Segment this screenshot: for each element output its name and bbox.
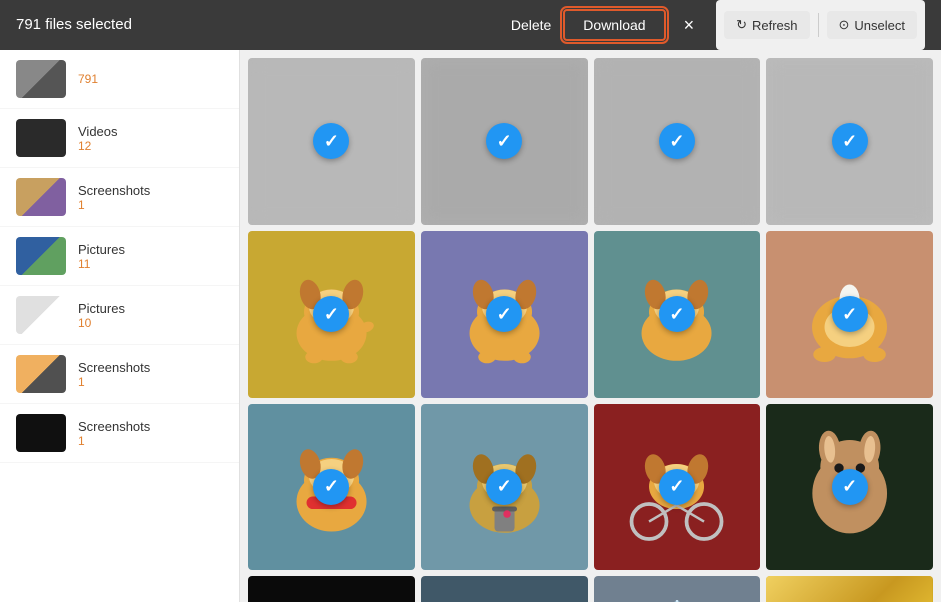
check-overlay: ✓ [313, 469, 349, 505]
check-overlay: ✓ [659, 469, 695, 505]
sidebar-title-videos: Videos [78, 124, 223, 139]
sidebar-thumb-screenshots1 [16, 178, 66, 216]
sidebar-title-pictures10: Pictures [78, 301, 223, 316]
sidebar-info-pictures10: Pictures 10 [78, 301, 223, 330]
refresh-label: Refresh [752, 18, 798, 33]
sidebar-thumb-pictures11 [16, 237, 66, 275]
sidebar-title-screenshots3: Screenshots [78, 419, 223, 434]
gold-illustration: 100% FINE GOLD [766, 576, 933, 602]
sidebar-thumb-screenshots3 [16, 414, 66, 452]
toolbar: 791 files selected Delete Download × ↻ R… [0, 0, 941, 50]
sidebar-thumb-all [16, 60, 66, 98]
sidebar-count-pictures10: 10 [78, 316, 223, 330]
check-overlay: ✓ [832, 296, 868, 332]
sidebar-item-screenshots2[interactable]: Screenshots 1 [0, 345, 239, 404]
grid-item-corgi-salmon[interactable]: ✓ [766, 231, 933, 398]
check-overlay: ✓ [832, 123, 868, 159]
sidebar-info-screenshots2: Screenshots 1 [78, 360, 223, 389]
grid-item-corgi-gray[interactable]: ✓ [421, 404, 588, 571]
grid-item-corgi-crimson[interactable]: ✓ [594, 404, 761, 571]
sidebar-count-screenshots3: 1 [78, 434, 223, 448]
grid-item-real-dog-dark[interactable]: ✓ [766, 404, 933, 571]
check-overlay: ✓ [313, 123, 349, 159]
sidebar-item-all[interactable]: 791 [0, 50, 239, 109]
sidebar-item-videos[interactable]: Videos 12 [0, 109, 239, 168]
sidebar-thumb-pictures10 [16, 296, 66, 334]
separator [818, 13, 819, 37]
close-button[interactable]: × [678, 11, 701, 40]
fists-illustration [256, 585, 406, 602]
main-area: 791 Videos 12 Screenshots 1 Pictures 11 [0, 50, 941, 602]
sidebar-info-screenshots3: Screenshots 1 [78, 419, 223, 448]
sidebar-info-screenshots1: Screenshots 1 [78, 183, 223, 212]
unselect-label: Unselect [854, 18, 905, 33]
sidebar-count-videos: 12 [78, 139, 223, 153]
feather-illustration [602, 585, 752, 602]
grid-item[interactable]: ✓ [594, 58, 761, 225]
toolbar-left: 791 files selected [16, 16, 495, 34]
refresh-button[interactable]: ↻ Refresh [724, 11, 809, 39]
sidebar: 791 Videos 12 Screenshots 1 Pictures 11 [0, 50, 240, 602]
sidebar-info-all: 791 [78, 72, 223, 86]
grid-item-gold[interactable]: 100% FINE GOLD ✓ [766, 576, 933, 602]
check-overlay: ✓ [313, 296, 349, 332]
sidebar-info-videos: Videos 12 [78, 124, 223, 153]
sidebar-thumb-screenshots2 [16, 355, 66, 393]
grid-item-corgi-purple[interactable]: ✓ [421, 231, 588, 398]
sidebar-title-screenshots2: Screenshots [78, 360, 223, 375]
check-overlay: ✓ [486, 123, 522, 159]
toolbar-right: ↻ Refresh ⊙ Unselect [716, 0, 925, 50]
ice-illustration [429, 585, 579, 602]
check-overlay: ✓ [832, 469, 868, 505]
download-button[interactable]: Download [563, 9, 665, 41]
refresh-icon: ↻ [736, 17, 747, 33]
grid-item[interactable]: ✓ [766, 58, 933, 225]
grid-item-feather[interactable]: ✓ [594, 576, 761, 602]
sidebar-info-pictures11: Pictures 11 [78, 242, 223, 271]
grid-item-corgi-teal2[interactable]: ✓ [248, 404, 415, 571]
sidebar-item-screenshots3[interactable]: Screenshots 1 [0, 404, 239, 463]
sidebar-count-screenshots2: 1 [78, 375, 223, 389]
grid-item-ice[interactable]: ✓ [421, 576, 588, 602]
delete-button[interactable]: Delete [511, 17, 551, 33]
unselect-icon: ⊙ [839, 17, 850, 33]
grid-item[interactable]: ✓ [248, 58, 415, 225]
check-overlay: ✓ [486, 469, 522, 505]
sidebar-item-pictures10[interactable]: Pictures 10 [0, 286, 239, 345]
sidebar-title-pictures11: Pictures [78, 242, 223, 257]
sidebar-item-screenshots1[interactable]: Screenshots 1 [0, 168, 239, 227]
sidebar-thumb-videos [16, 119, 66, 157]
sidebar-item-pictures11[interactable]: Pictures 11 [0, 227, 239, 286]
unselect-button[interactable]: ⊙ Unselect [827, 11, 917, 39]
check-overlay: ✓ [659, 296, 695, 332]
sidebar-count-all: 791 [78, 72, 223, 86]
grid-item-fists[interactable]: ✓ [248, 576, 415, 602]
check-overlay: ✓ [486, 296, 522, 332]
files-selected-label: 791 files selected [16, 16, 132, 33]
grid-item-corgi-yellow[interactable]: ✓ [248, 231, 415, 398]
sidebar-title-screenshots1: Screenshots [78, 183, 223, 198]
grid-area: ✓ ✓ ✓ ✓ [240, 50, 941, 602]
toolbar-actions: Delete Download × [511, 9, 700, 41]
sidebar-count-pictures11: 11 [78, 257, 223, 271]
sidebar-count-screenshots1: 1 [78, 198, 223, 212]
image-grid: ✓ ✓ ✓ ✓ [248, 58, 933, 602]
check-overlay: ✓ [659, 123, 695, 159]
grid-item-corgi-teal[interactable]: ✓ [594, 231, 761, 398]
grid-item[interactable]: ✓ [421, 58, 588, 225]
